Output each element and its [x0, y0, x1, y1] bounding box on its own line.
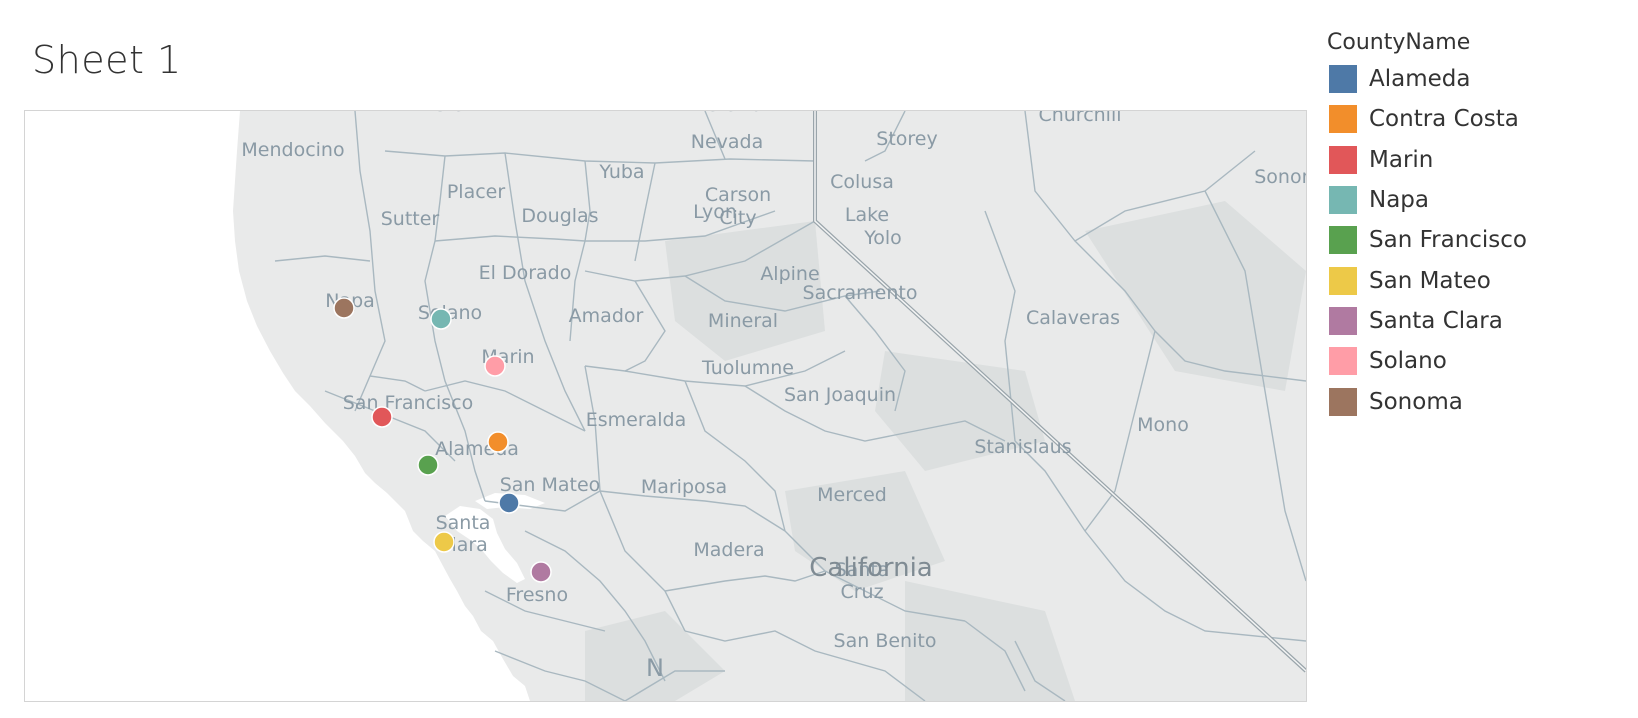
- place-label: Mineral: [708, 310, 778, 332]
- place-label: San Francisco: [343, 392, 474, 414]
- legend-swatch: [1329, 266, 1357, 295]
- place-label: San Mateo: [500, 474, 601, 496]
- legend-swatch: [1329, 347, 1357, 376]
- place-label: Mendocino: [241, 139, 344, 161]
- legend-label: Solano: [1369, 348, 1447, 375]
- place-label: Storey: [876, 128, 937, 150]
- legend-item[interactable]: Solano: [1325, 341, 1625, 381]
- map-canvas[interactable]: Glenn Sierra Churchill Mendocino Nevada Store…: [25, 111, 1306, 701]
- place-label: Cruz: [840, 581, 883, 603]
- place-label: Mono: [1137, 414, 1189, 436]
- place-label: Yolo: [863, 227, 902, 249]
- county-marker[interactable]: [417, 454, 439, 476]
- county-marker[interactable]: [430, 308, 452, 330]
- legend-swatch: [1329, 145, 1357, 174]
- legend-item[interactable]: Napa: [1325, 180, 1625, 220]
- place-label: Santa: [436, 512, 491, 534]
- place-label: Sacramento: [803, 282, 918, 304]
- place-label: Esmeralda: [586, 409, 687, 431]
- place-label: Fresno: [506, 584, 568, 606]
- place-label: Yuba: [598, 161, 644, 183]
- place-label: San Joaquin: [784, 384, 896, 406]
- place-label: Sutter: [381, 208, 440, 230]
- legend: CountyName Alameda Contra Costa Marin Napa S…: [1325, 30, 1625, 422]
- legend-label: San Francisco: [1369, 227, 1528, 254]
- county-marker[interactable]: [433, 531, 455, 553]
- place-label: San Benito: [834, 630, 937, 652]
- legend-item[interactable]: Sonoma: [1325, 381, 1625, 421]
- legend-label: Alameda: [1369, 66, 1471, 93]
- sheet-title: Sheet 1: [32, 38, 182, 82]
- legend-label: San Mateo: [1369, 267, 1491, 294]
- place-label: Lake: [845, 204, 889, 226]
- legend-item[interactable]: Contra Costa: [1325, 99, 1625, 139]
- place-label: N: [646, 654, 664, 682]
- legend-label: Contra Costa: [1369, 106, 1519, 133]
- legend-label: Marin: [1369, 146, 1434, 173]
- place-label: Glenn: [432, 111, 488, 116]
- legend-label: Sonoma: [1369, 388, 1463, 415]
- place-label: Tuolumne: [701, 357, 794, 379]
- legend-item[interactable]: San Mateo: [1325, 260, 1625, 300]
- place-label: Merced: [817, 484, 887, 506]
- place-label: Stanislaus: [974, 436, 1071, 458]
- county-marker[interactable]: [371, 406, 393, 428]
- legend-swatch: [1329, 105, 1357, 134]
- county-marker[interactable]: [487, 431, 509, 453]
- place-label: Sierra: [707, 111, 763, 116]
- legend-swatch: [1329, 65, 1357, 94]
- place-label: El Dorado: [479, 262, 572, 284]
- county-marker[interactable]: [333, 297, 355, 319]
- state-label: California: [809, 553, 932, 583]
- legend-item[interactable]: San Francisco: [1325, 220, 1625, 260]
- place-label: Amador: [569, 305, 644, 327]
- legend-label: Napa: [1369, 187, 1429, 214]
- place-label: Lyon: [693, 201, 737, 223]
- legend-swatch: [1329, 387, 1357, 416]
- place-label: Calaveras: [1026, 307, 1120, 329]
- place-label: Douglas: [521, 205, 598, 227]
- county-marker[interactable]: [484, 355, 506, 377]
- legend-item[interactable]: Alameda: [1325, 59, 1625, 99]
- legend-swatch: [1329, 226, 1357, 255]
- legend-swatch: [1329, 186, 1357, 215]
- map-view[interactable]: Glenn Sierra Churchill Mendocino Nevada Store…: [24, 110, 1307, 702]
- place-label: Placer: [447, 181, 506, 203]
- legend-label: Santa Clara: [1369, 307, 1503, 334]
- place-label: Nevada: [691, 131, 764, 153]
- legend-title: CountyName: [1327, 30, 1471, 55]
- legend-item[interactable]: Marin: [1325, 140, 1625, 180]
- legend-item[interactable]: Santa Clara: [1325, 301, 1625, 341]
- legend-swatch: [1329, 306, 1357, 335]
- place-label: Mariposa: [641, 476, 727, 498]
- place-label: Colusa: [830, 171, 894, 193]
- place-label: Madera: [693, 539, 764, 561]
- place-label: Sonoma: [1254, 166, 1306, 188]
- place-label: Churchill: [1038, 111, 1121, 126]
- county-marker[interactable]: [530, 561, 552, 583]
- legend-items: Alameda Contra Costa Marin Napa San Francisc…: [1325, 59, 1625, 422]
- county-marker[interactable]: [498, 492, 520, 514]
